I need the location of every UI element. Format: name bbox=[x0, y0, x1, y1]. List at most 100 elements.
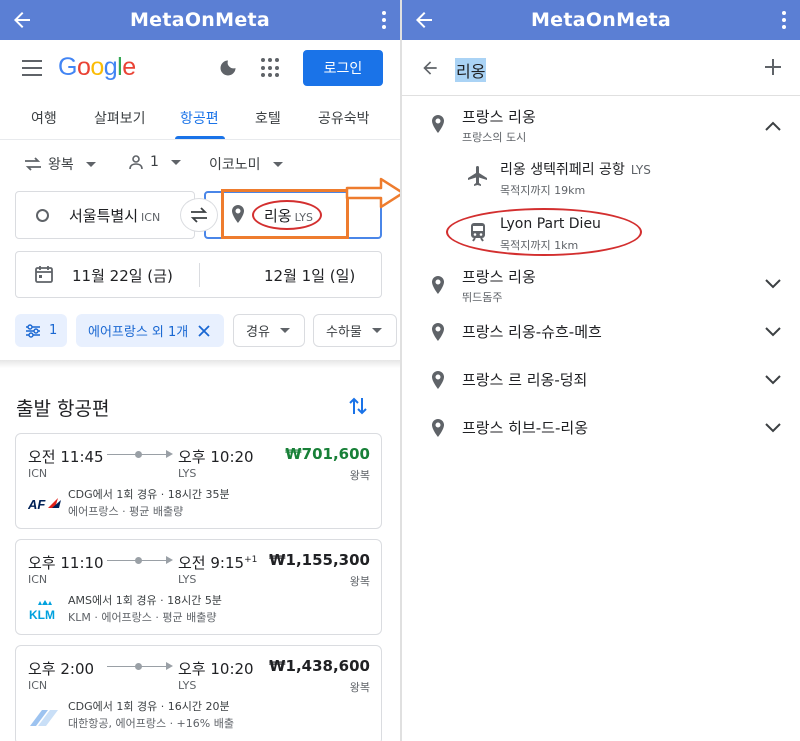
filter-count-chip[interactable]: 1 bbox=[15, 314, 67, 347]
flight-card[interactable]: 오전 11:45 오후 10:20 ICN LYS ₩701,600 왕복 AF… bbox=[15, 433, 382, 529]
origin-code: ICN bbox=[28, 467, 48, 480]
price: ₩1,155,300 bbox=[268, 551, 370, 569]
back-arrow-icon[interactable] bbox=[10, 8, 34, 32]
red-circle-annotation bbox=[446, 208, 642, 256]
chevron-down-icon[interactable] bbox=[765, 279, 781, 289]
back-arrow-icon[interactable] bbox=[420, 58, 440, 78]
flight-card[interactable]: 오후 11:10 오전 9:15+1 ICN LYS ₩1,155,300 왕복… bbox=[15, 539, 382, 635]
result-subtitle: 프랑스의 도시 bbox=[462, 131, 527, 144]
result-title: 프랑스 히브-드-리옹 bbox=[462, 419, 588, 437]
app-bar: MetaOnMeta bbox=[402, 0, 800, 40]
trip-type: 왕복 bbox=[349, 575, 370, 588]
more-vert-icon[interactable] bbox=[380, 9, 388, 31]
result-item[interactable]: 프랑스 리옹-슈흐-메흐 bbox=[402, 310, 800, 352]
result-title: 프랑스 리옹 bbox=[462, 108, 536, 126]
price: ₩701,600 bbox=[285, 445, 370, 463]
depart-time: 오전 11:45 bbox=[28, 448, 104, 466]
flight-detail: AMS에서 1회 경유 · 18시간 5분 bbox=[68, 594, 222, 607]
swap-route-button[interactable] bbox=[180, 198, 218, 232]
trip-type: 왕복 bbox=[349, 681, 370, 694]
stops-label: 경유 bbox=[246, 325, 270, 340]
add-icon[interactable] bbox=[764, 58, 782, 76]
location-pin-icon bbox=[432, 323, 444, 341]
result-item[interactable]: 프랑스 르 리옹-덩죄 bbox=[402, 358, 800, 400]
location-pin-icon bbox=[432, 115, 444, 133]
airline-filter-label: 에어프랑스 외 1개 bbox=[88, 325, 189, 340]
flight-sub: 대한항공, 에어프랑스 · +16% 배출 bbox=[68, 717, 234, 730]
trip-type-select[interactable]: 왕복 bbox=[24, 154, 96, 174]
origin-circle-icon bbox=[36, 209, 49, 222]
red-circle-annotation bbox=[252, 200, 322, 230]
search-input[interactable]: 리옹 bbox=[455, 58, 487, 82]
trip-options: 왕복 1 이코노미 bbox=[0, 140, 400, 186]
depart-date[interactable]: 11월 22일 (금) bbox=[72, 265, 173, 286]
chevron-down-icon bbox=[272, 161, 283, 167]
flight-card[interactable]: 오후 2:00 오후 10:20 ICN LYS ₩1,438,600 왕복 C… bbox=[15, 645, 382, 741]
arrive-time: 오후 10:20 bbox=[178, 660, 254, 678]
bags-filter-chip[interactable]: 수하물 bbox=[313, 314, 397, 347]
trip-type: 왕복 bbox=[349, 469, 370, 482]
price: ₩1,438,600 bbox=[268, 657, 370, 675]
date-divider bbox=[199, 263, 200, 287]
location-pin-icon bbox=[432, 371, 444, 389]
login-button[interactable]: 로그인 bbox=[303, 50, 383, 86]
multi-airline-logo bbox=[30, 710, 58, 726]
cabin-select[interactable]: 이코노미 bbox=[209, 154, 283, 174]
origin-value: 서울특별시 ICN bbox=[69, 207, 161, 225]
chevron-down-icon[interactable] bbox=[765, 423, 781, 433]
chevron-up-icon[interactable] bbox=[765, 121, 781, 131]
dest-code: LYS bbox=[178, 679, 197, 692]
filter-count: 1 bbox=[49, 323, 58, 338]
section-title: 출발 항공편 bbox=[16, 398, 110, 420]
tab-vacation-rentals[interactable]: 공유숙박 bbox=[318, 108, 370, 128]
chevron-down-icon[interactable] bbox=[765, 327, 781, 337]
chevron-down-icon bbox=[85, 161, 96, 167]
depart-time: 오후 2:00 bbox=[28, 660, 95, 678]
location-pin-icon bbox=[432, 276, 444, 294]
result-item[interactable]: 프랑스 히브-드-리옹 bbox=[402, 406, 800, 448]
origin-code: ICN bbox=[28, 679, 48, 692]
sort-icon[interactable] bbox=[348, 395, 368, 417]
depart-time: 오후 11:10 bbox=[28, 554, 104, 572]
chevron-down-icon[interactable] bbox=[765, 375, 781, 385]
bags-label: 수하물 bbox=[326, 325, 362, 340]
result-item[interactable]: 프랑스 리옹 뛰드돔주 bbox=[402, 260, 800, 304]
arrive-time: 오전 9:15+1 bbox=[178, 554, 258, 572]
menu-icon[interactable] bbox=[22, 60, 42, 76]
airline-filter-chip[interactable]: 에어프랑스 외 1개 bbox=[76, 314, 224, 347]
google-logo[interactable]: Google bbox=[58, 53, 136, 82]
passenger-select[interactable]: 1 bbox=[128, 154, 181, 170]
return-date[interactable]: 12월 1일 (일) bbox=[264, 265, 355, 286]
back-arrow-icon[interactable] bbox=[412, 8, 436, 32]
app-bar: MetaOnMeta bbox=[0, 0, 400, 40]
apps-grid-icon[interactable] bbox=[261, 58, 281, 78]
tune-filter-icon bbox=[26, 323, 40, 338]
nav-tabs: 여행 살펴보기 항공편 호텔 공유숙박 bbox=[0, 98, 400, 140]
tab-flights[interactable]: 항공편 bbox=[180, 108, 219, 128]
stops-filter-chip[interactable]: 경유 bbox=[233, 314, 305, 347]
search-bar: 리옹 bbox=[402, 40, 800, 96]
result-title: 프랑스 리옹-슈흐-메흐 bbox=[462, 323, 602, 341]
more-vert-icon[interactable] bbox=[780, 9, 788, 31]
tab-hotels[interactable]: 호텔 bbox=[255, 108, 281, 128]
route-line bbox=[107, 662, 173, 670]
dark-mode-icon[interactable] bbox=[218, 58, 238, 78]
cabin-value: 이코노미 bbox=[209, 157, 261, 173]
chevron-down-icon bbox=[279, 328, 290, 333]
trip-type-value: 왕복 bbox=[48, 157, 74, 173]
app-title: MetaOnMeta bbox=[530, 9, 672, 31]
airport-name[interactable]: 리옹 생텍쥐페리 공항 LYS bbox=[500, 159, 651, 179]
passenger-count: 1 bbox=[150, 154, 159, 170]
result-subtitle: 뛰드돔주 bbox=[462, 291, 503, 304]
close-icon[interactable] bbox=[198, 324, 210, 337]
tab-travel[interactable]: 여행 bbox=[31, 108, 57, 128]
calendar-icon bbox=[35, 266, 53, 283]
active-tab-indicator bbox=[175, 136, 225, 139]
result-title: 프랑스 리옹 bbox=[462, 268, 536, 286]
destination-search-screen: MetaOnMeta 리옹 프랑스 리옹 프랑스의 도시 리옹 생텍쥐페리 공항… bbox=[402, 0, 800, 741]
app-title: MetaOnMeta bbox=[129, 9, 271, 31]
swap-icon bbox=[190, 207, 208, 223]
tab-explore[interactable]: 살펴보기 bbox=[94, 108, 146, 128]
flight-sub: KLM · 에어프랑스 · 평균 배출량 bbox=[68, 611, 217, 624]
flights-screen: MetaOnMeta Google 로그인 여행 살펴보기 항공편 호텔 공유숙… bbox=[0, 0, 400, 741]
